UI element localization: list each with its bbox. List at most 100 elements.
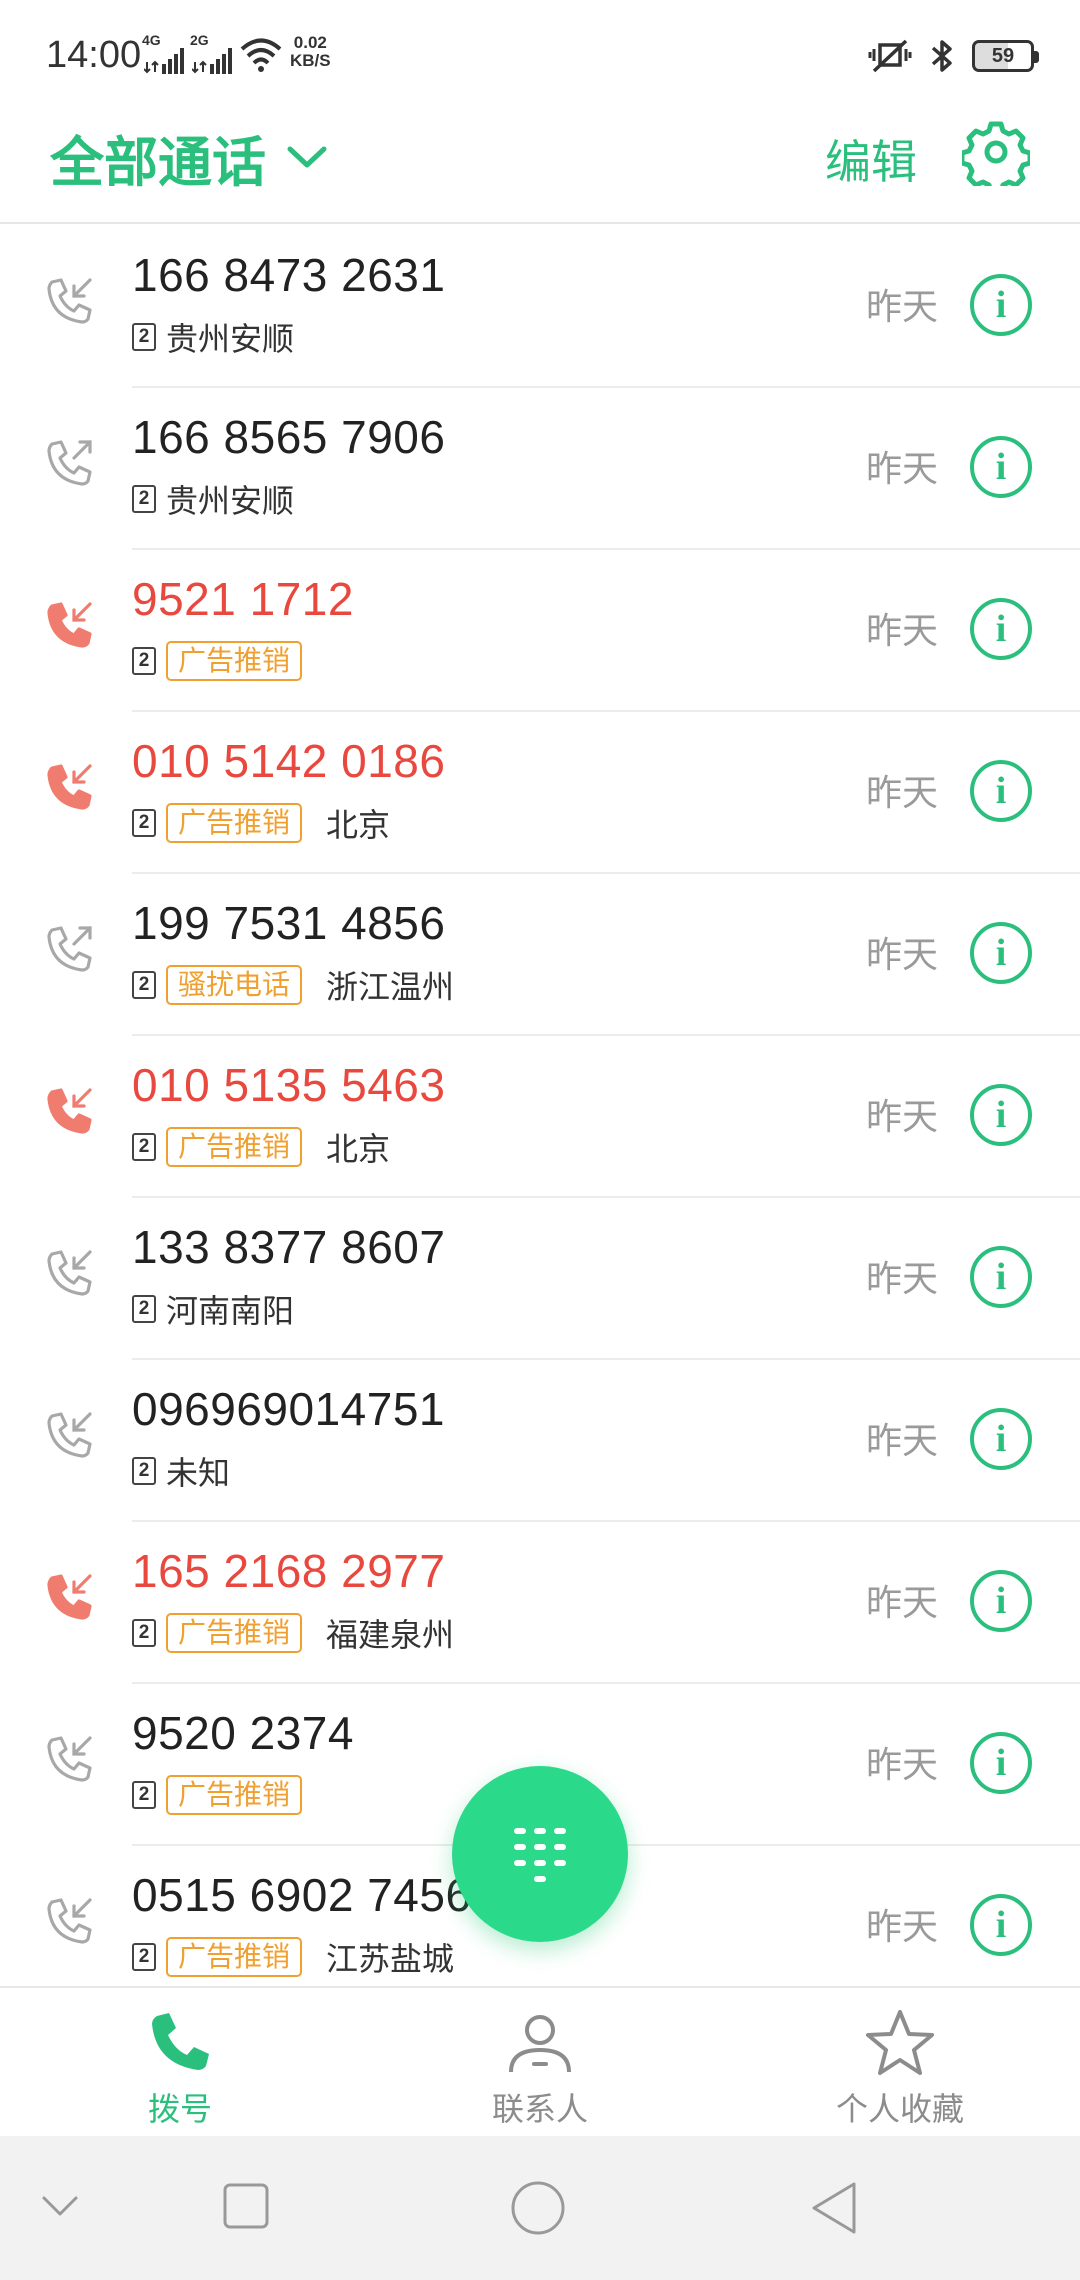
number-tag: 广告推销 [166, 1775, 303, 1815]
missed-call-icon [47, 764, 92, 810]
incoming-call-icon [47, 1250, 92, 1296]
info-icon[interactable]: i [970, 598, 1032, 660]
call-date: 昨天 [866, 1582, 939, 1623]
number-tag: 广告推销 [166, 803, 303, 843]
tab-dialer-label: 拨号 [147, 2091, 212, 2127]
home-icon[interactable] [510, 2180, 566, 2236]
chevron-down-icon [287, 146, 327, 167]
incoming-call-icon [47, 1898, 92, 1944]
phone-number: 199 7531 4856 [132, 897, 446, 949]
location: 江苏盐城 [326, 1941, 455, 1977]
info-icon[interactable]: i [970, 1408, 1032, 1470]
phone-number: 133 8377 8607 [132, 1221, 446, 1273]
call-date: 昨天 [866, 286, 939, 327]
number-tag: 广告推销 [166, 1937, 303, 1977]
call-details: 2 广告推销 北京 [132, 1126, 390, 1168]
missed-call-icon [47, 1088, 92, 1134]
number-tag: 骚扰电话 [166, 965, 303, 1005]
sim-card-icon: 2 [132, 1781, 156, 1809]
tab-favorites-label: 个人收藏 [835, 2091, 964, 2127]
bluetooth-icon [931, 40, 952, 72]
call-log-row[interactable]: 199 7531 4856 2 骚扰电话 浙江温州 昨天 i [0, 874, 1080, 1036]
number-tag: 广告推销 [166, 1613, 303, 1653]
network-speed: 0.02 KB/S [290, 34, 331, 70]
incoming-call-icon [47, 1412, 92, 1458]
location: 河南南阳 [166, 1293, 295, 1329]
info-icon[interactable]: i [970, 1084, 1032, 1146]
tab-contacts[interactable]: 联系人 [360, 1988, 720, 2136]
tab-favorites[interactable]: 个人收藏 [720, 1988, 1080, 2136]
back-icon[interactable] [808, 2180, 860, 2236]
chevron-down-icon[interactable] [40, 2190, 80, 2220]
call-date: 昨天 [866, 1420, 939, 1461]
app-header: 全部通话 编辑 [0, 110, 1080, 224]
tab-dialer[interactable]: 拨号 [0, 1988, 360, 2136]
info-icon[interactable]: i [970, 760, 1032, 822]
call-details: 2 广告推销 北京 [132, 802, 390, 844]
location: 贵州安顺 [166, 321, 295, 357]
call-date: 昨天 [866, 1744, 939, 1785]
location: 北京 [326, 1131, 391, 1167]
call-log-row[interactable]: 010 5142 0186 2 广告推销 北京 昨天 i [0, 712, 1080, 874]
location: 北京 [326, 807, 391, 843]
call-log-row[interactable]: 096969014751 2 未知 昨天 i [0, 1360, 1080, 1522]
call-details: 2 河南南阳 [132, 1288, 294, 1330]
call-details: 2 贵州安顺 [132, 478, 294, 520]
sim-card-icon: 2 [132, 1943, 156, 1971]
location: 浙江温州 [326, 969, 455, 1005]
phone-number: 166 8565 7906 [132, 411, 446, 463]
gear-icon[interactable] [962, 118, 1030, 186]
info-icon[interactable]: i [970, 436, 1032, 498]
phone-number: 010 5135 5463 [132, 1059, 446, 1111]
info-icon[interactable]: i [970, 1732, 1032, 1794]
location: 未知 [166, 1455, 231, 1491]
status-time: 14:00 [46, 34, 142, 76]
star-icon [866, 2010, 934, 2075]
phone-number: 096969014751 [132, 1383, 445, 1435]
call-log-row[interactable]: 165 2168 2977 2 广告推销 福建泉州 昨天 i [0, 1522, 1080, 1684]
call-date: 昨天 [866, 448, 939, 489]
missed-call-icon [47, 1574, 92, 1620]
call-details: 2 骚扰电话 浙江温州 [132, 964, 454, 1006]
sim-card-icon: 2 [132, 323, 156, 351]
incoming-call-icon [47, 1736, 92, 1782]
info-icon[interactable]: i [970, 274, 1032, 336]
sim1-network-label: 4G [142, 32, 161, 48]
battery-icon: 59 [972, 40, 1039, 72]
phone-number: 166 8473 2631 [132, 249, 446, 301]
sim-card-icon: 2 [132, 971, 156, 999]
edit-button[interactable]: 编辑 [825, 126, 917, 192]
sim-card-icon: 2 [132, 809, 156, 837]
call-log-row[interactable]: 010 5135 5463 2 广告推销 北京 昨天 i [0, 1036, 1080, 1198]
call-log-row[interactable]: 133 8377 8607 2 河南南阳 昨天 i [0, 1198, 1080, 1360]
info-icon[interactable]: i [970, 1246, 1032, 1308]
person-icon [509, 2015, 571, 2073]
incoming-call-icon [47, 278, 92, 324]
call-filter-dropdown[interactable]: 全部通话 [50, 118, 330, 197]
sim-card-icon: 2 [132, 1295, 156, 1323]
info-icon[interactable]: i [970, 1894, 1032, 1956]
recent-apps-icon[interactable] [222, 2182, 270, 2230]
phone-number: 0515 6902 7456 [132, 1869, 472, 1921]
phone-number: 9521 1712 [132, 573, 354, 625]
number-tag: 广告推销 [166, 641, 303, 681]
speed-unit: KB/S [290, 51, 331, 70]
dialpad-icon [514, 1828, 566, 1882]
call-date: 昨天 [866, 1906, 939, 1947]
call-log-list[interactable]: 166 8473 2631 2 贵州安顺 昨天 i 166 8565 7906 … [0, 226, 1080, 1986]
dialpad-button[interactable] [452, 1766, 628, 1942]
sim-card-icon: 2 [132, 485, 156, 513]
call-log-row[interactable]: 166 8565 7906 2 贵州安顺 昨天 i [0, 388, 1080, 550]
info-icon[interactable]: i [970, 922, 1032, 984]
call-log-row[interactable]: 166 8473 2631 2 贵州安顺 昨天 i [0, 226, 1080, 388]
page-title: 全部通话 [50, 133, 266, 193]
call-details: 2 广告推销 江苏盐城 [132, 1936, 454, 1978]
call-log-row[interactable]: 9521 1712 2 广告推销 昨天 i [0, 550, 1080, 712]
missed-call-icon [47, 602, 92, 648]
info-icon[interactable]: i [970, 1570, 1032, 1632]
status-bar: 14:00 4G 2G 0.02 KB/S 59 [0, 0, 1080, 110]
phone-number: 9520 2374 [132, 1707, 354, 1759]
phone-number: 165 2168 2977 [132, 1545, 446, 1597]
status-right: 59 [868, 36, 1039, 76]
speed-value: 0.02 [293, 33, 327, 52]
